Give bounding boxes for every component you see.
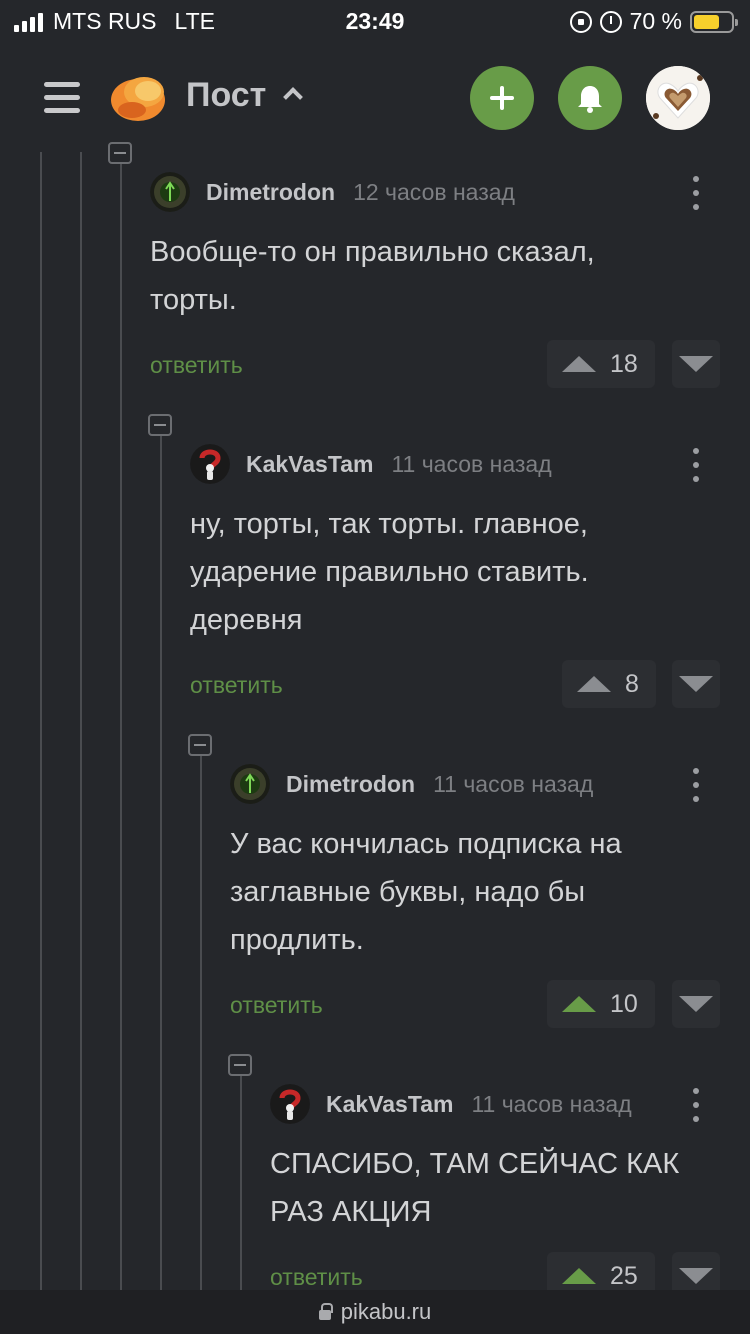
status-bar: MTS RUS LTE 23:49 70 % (0, 0, 750, 44)
thread-line (240, 1076, 242, 1290)
reply-link[interactable]: ответить (150, 352, 243, 379)
upvote-button[interactable]: 18 (547, 340, 655, 388)
bell-icon (578, 86, 602, 113)
comment-text: Вообще-то он правильно сказал, торты. (150, 236, 595, 316)
comment-username[interactable]: Dimetrodon (206, 179, 335, 206)
thread-line (40, 152, 42, 1290)
rating-count: 18 (610, 349, 638, 378)
page: MTS RUS LTE 23:49 70 % Пост Dimetrodon 1… (0, 0, 750, 1334)
coffee-heart-icon (646, 66, 710, 130)
comment-text: СПАСИБО, ТАМ СЕЙЧАС КАК РАЗ АКЦИЯ (270, 1148, 680, 1228)
pikabu-logo[interactable] (110, 70, 166, 122)
thread-line (80, 152, 82, 1290)
add-post-button[interactable] (470, 66, 534, 130)
more-options-icon[interactable] (693, 1088, 699, 1122)
avatar[interactable] (270, 1084, 310, 1124)
rating-count: 10 (610, 989, 638, 1018)
avatar[interactable] (190, 444, 230, 484)
reply-link[interactable]: ответить (190, 672, 283, 699)
comment-username[interactable]: KakVasTam (326, 1091, 453, 1118)
collapse-thread-button[interactable] (148, 414, 172, 436)
arrow-up-icon (562, 996, 596, 1012)
collapse-thread-button[interactable] (108, 142, 132, 164)
reply-link[interactable]: ответить (270, 1264, 363, 1291)
browser-url-bar[interactable]: pikabu.ru (0, 1290, 750, 1334)
url-text: pikabu.ru (340, 1299, 432, 1324)
more-options-icon[interactable] (693, 448, 699, 482)
arrow-up-icon (577, 676, 611, 692)
more-options-icon[interactable] (693, 768, 699, 802)
arrow-down-icon (679, 676, 713, 692)
status-right: 70 % (569, 8, 738, 35)
thread-line (200, 756, 202, 1290)
upvote-button[interactable]: 10 (547, 980, 655, 1028)
arrow-down-icon (679, 1268, 713, 1284)
battery-percent: 70 % (629, 8, 682, 34)
avatar[interactable] (150, 172, 190, 212)
lock-icon (318, 1303, 333, 1320)
arrow-up-icon (562, 356, 596, 372)
avatar[interactable] (230, 764, 270, 804)
comment-text: ну, торты, так торты. главное, ударение … (190, 508, 589, 636)
notifications-button[interactable] (558, 66, 622, 130)
comment-time: 11 часов назад (471, 1090, 632, 1117)
comment-header: Dimetrodon 11 часов назад (230, 764, 593, 804)
thread-line (120, 152, 122, 1290)
collapse-thread-button[interactable] (188, 734, 212, 756)
comment-header: KakVasTam 11 часов назад (190, 444, 552, 484)
arrow-down-icon (679, 356, 713, 372)
comment-text: У вас кончилась подписка на заглавные бу… (230, 828, 622, 956)
battery-icon (690, 10, 738, 33)
user-avatar[interactable] (646, 66, 710, 130)
comment-time: 12 часов назад (353, 178, 515, 205)
arrow-up-icon (562, 1268, 596, 1284)
lock-rotation-icon (569, 10, 592, 33)
comment-time: 11 часов назад (391, 450, 552, 477)
reply-link[interactable]: ответить (230, 992, 323, 1019)
comment-header: KakVasTam 11 часов назад (270, 1084, 632, 1124)
page-title[interactable]: Пост (186, 76, 266, 115)
comment-username[interactable]: KakVasTam (246, 451, 373, 478)
upvote-button[interactable]: 8 (562, 660, 656, 708)
collapse-thread-button[interactable] (228, 1054, 252, 1076)
downvote-button[interactable] (672, 340, 720, 388)
rating-count: 25 (610, 1261, 638, 1290)
rating-count: 8 (625, 669, 639, 698)
comment-username[interactable]: Dimetrodon (286, 771, 415, 798)
comment-time: 11 часов назад (433, 770, 594, 797)
app-header: Пост (0, 44, 750, 152)
downvote-button[interactable] (672, 980, 720, 1028)
downvote-button[interactable] (672, 660, 720, 708)
more-options-icon[interactable] (693, 176, 699, 210)
comment-header: Dimetrodon 12 часов назад (150, 172, 515, 212)
chevron-up-icon[interactable] (283, 87, 303, 107)
alarm-icon (599, 10, 622, 33)
arrow-down-icon (679, 996, 713, 1012)
menu-icon[interactable] (44, 80, 80, 116)
thread-line (160, 436, 162, 1290)
